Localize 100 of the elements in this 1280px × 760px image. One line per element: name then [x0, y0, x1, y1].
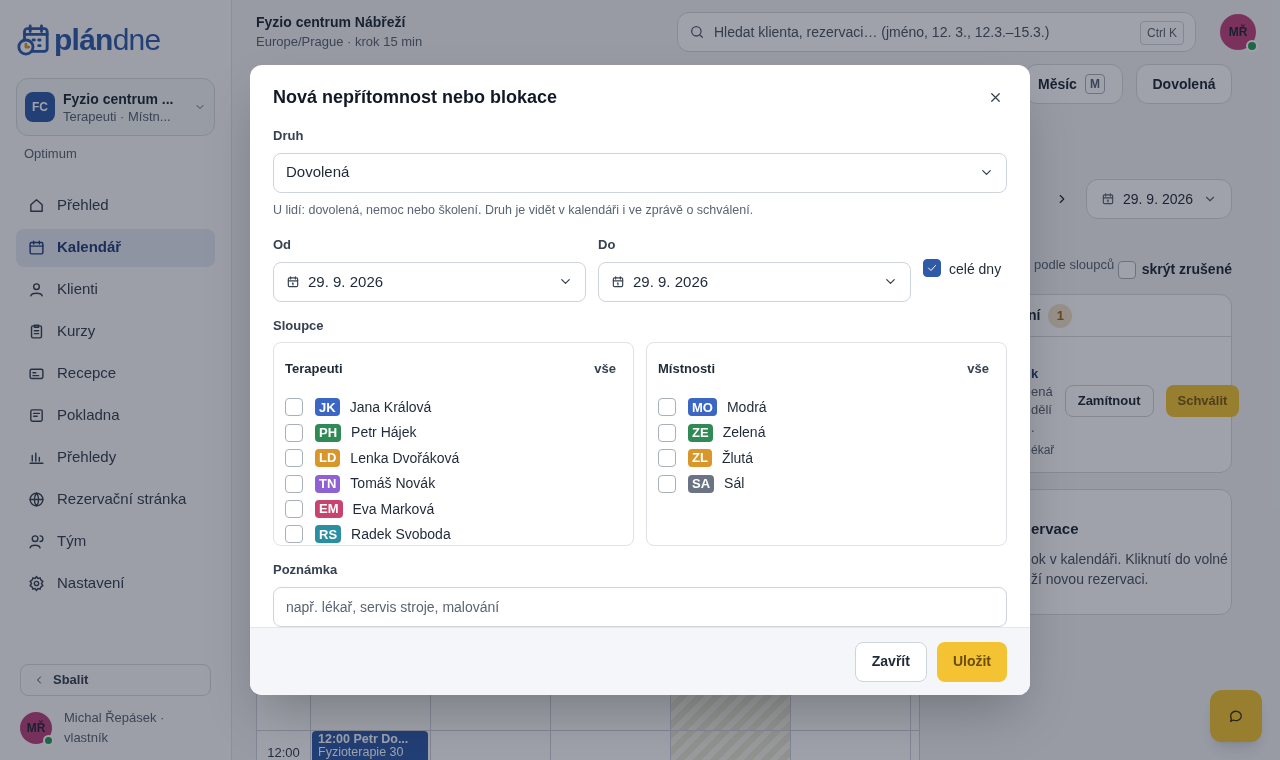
column-option[interactable]: SA Sál — [658, 470, 995, 497]
checkbox[interactable] — [285, 525, 303, 544]
calendar-event[interactable]: 12:00 Petr Do... Fyzioterapie 30 — [312, 731, 428, 760]
collapse-button[interactable]: Sbalit — [20, 664, 211, 696]
page-subtitle: Europe/Prague · krok 15 min — [256, 33, 424, 51]
column-option[interactable]: ZL Žlutá — [658, 445, 995, 471]
logo-text: dne — [112, 25, 161, 55]
sidebar-item[interactable]: Kalendář — [16, 228, 215, 267]
date-field[interactable]: 29. 9. 2026 — [273, 261, 586, 302]
select-all-link[interactable]: vše — [594, 359, 616, 379]
sidebar-item[interactable]: Rezervační stránka — [16, 480, 215, 519]
checkbox[interactable] — [285, 500, 303, 518]
sidebar-item[interactable]: Recepce — [16, 354, 215, 393]
all-day-checkbox[interactable]: celé dny — [923, 259, 1002, 280]
close-dialog-button[interactable]: Zavřít — [854, 641, 927, 682]
checkbox[interactable] — [658, 398, 676, 417]
date-picker[interactable]: 29. 9. 2026 — [1086, 179, 1232, 219]
column-option[interactable]: PH Petr Hájek — [285, 420, 622, 446]
column-option[interactable]: ZE Zelená — [658, 420, 995, 446]
option-label: Lenka Dvořáková — [350, 448, 460, 468]
sidebar-item[interactable]: Tým — [16, 522, 215, 561]
field-label: Od — [273, 236, 293, 255]
search-icon — [689, 24, 705, 40]
receipt-icon — [28, 407, 45, 424]
checkbox[interactable] — [1117, 260, 1136, 279]
option-label: Zelená — [722, 423, 766, 443]
time-label: 12:00 — [267, 744, 300, 760]
calendar-icon — [286, 274, 300, 289]
avatar-initials: MŘ — [26, 719, 46, 737]
initials-tag: EM — [315, 500, 343, 518]
calendar-clock-icon — [16, 23, 50, 57]
select-value: Dovolená — [286, 162, 351, 183]
column-option[interactable]: MO Modrá — [658, 394, 995, 421]
kind-select[interactable]: Dovolená — [273, 152, 1007, 193]
group-title: Místnosti — [658, 360, 716, 379]
date-value: 29. 9. 2026 — [1123, 189, 1195, 209]
date-value: 29. 9. 2026 — [633, 271, 710, 292]
workspace-name: Fyzio centrum ... — [63, 90, 175, 109]
initials-tag: LD — [315, 449, 341, 468]
date-field[interactable]: 29. 9. 2026 — [598, 261, 911, 302]
option-label: Žlutá — [721, 448, 753, 468]
avatar-initials: MŘ — [1228, 23, 1248, 41]
column-option[interactable]: RS Radek Svoboda — [285, 521, 622, 548]
sidebar-item[interactable]: Přehledy — [16, 438, 215, 477]
checkbox[interactable] — [285, 398, 303, 417]
vacation-button[interactable]: Dovolená — [1136, 64, 1232, 104]
checkbox[interactable] — [658, 449, 676, 468]
option-label: Sál — [724, 474, 745, 494]
user-name: Michal Řepásek · vlastník — [64, 709, 166, 747]
checkbox[interactable] — [285, 474, 303, 493]
info-text: ok v kalendáři. Kliknutí do volné — [1031, 549, 1229, 569]
initials-tag: TN — [315, 474, 341, 493]
sidebar-item[interactable]: Klienti — [16, 270, 215, 309]
user-icon — [28, 281, 45, 298]
initials-tag: JK — [315, 398, 340, 417]
calendar-icon — [1101, 192, 1115, 206]
page-title: Fyzio centrum Nábřeží — [256, 13, 407, 32]
shortcut-key: Ctrl K — [1140, 21, 1184, 45]
checkbox[interactable] — [285, 423, 303, 442]
workspace-avatar: FC — [25, 92, 55, 122]
settings-icon — [28, 575, 45, 592]
sidebar-item[interactable]: Kurzy — [16, 312, 215, 351]
column-option[interactable]: TN Tomáš Novák — [285, 470, 622, 497]
save-button[interactable]: Uložit — [936, 641, 1007, 682]
sidebar-item[interactable]: Nastavení — [16, 564, 215, 603]
field-label: Poznámka — [273, 561, 339, 580]
month-button[interactable]: Měsíc M — [1025, 64, 1123, 104]
logo-text: plán — [54, 25, 113, 55]
option-label: Jana Králová — [349, 397, 432, 417]
workspace-switcher[interactable]: FC Fyzio centrum ... Terapeuti · Místn... — [16, 78, 215, 136]
checkbox[interactable] — [285, 449, 303, 468]
card-title: ervace — [1031, 519, 1080, 539]
option-label: Petr Hájek — [351, 423, 417, 443]
request-text: dělí — [1031, 401, 1053, 419]
sidebar-item[interactable]: Přehled — [16, 186, 215, 225]
column-option[interactable]: EM Eva Marková — [285, 496, 622, 522]
sidebar-item[interactable]: Pokladna — [16, 396, 215, 435]
info-text: ží novou rezervaci. — [1031, 569, 1150, 589]
column-option[interactable]: LD Lenka Dvořáková — [285, 445, 622, 471]
field-label: Do — [598, 236, 617, 255]
checkbox[interactable] — [658, 423, 676, 442]
request-text: ená — [1031, 383, 1053, 401]
filter-text: podle sloupců — [1034, 256, 1115, 274]
initials-tag: MO — [688, 398, 717, 417]
event-subtitle: Fyzioterapie 30 — [318, 746, 405, 759]
column-option[interactable]: JK Jana Králová — [285, 394, 622, 421]
checkbox[interactable] — [658, 474, 676, 493]
chat-button[interactable] — [1210, 690, 1262, 742]
hide-cancelled-checkbox[interactable]: skrýt zrušené — [1117, 259, 1232, 280]
home-icon — [28, 197, 45, 214]
select-all-link[interactable]: vše — [967, 359, 989, 379]
reject-button[interactable]: Zamítnout — [1064, 385, 1154, 417]
initials-tag: ZE — [688, 423, 713, 442]
shortcut-key: M — [1084, 74, 1105, 94]
note-field[interactable]: např. lékař, servis stroje, malování — [273, 586, 1007, 627]
initials-tag: ZL — [688, 449, 712, 468]
checkbox[interactable] — [923, 259, 941, 278]
plan-label: Optimum — [24, 145, 78, 163]
option-label: Modrá — [726, 397, 767, 417]
help-text: U lidí: dovolená, nemoc nebo školení. Druh je vidět v kalendáři i ve zprávě o schválení. — [273, 201, 755, 219]
